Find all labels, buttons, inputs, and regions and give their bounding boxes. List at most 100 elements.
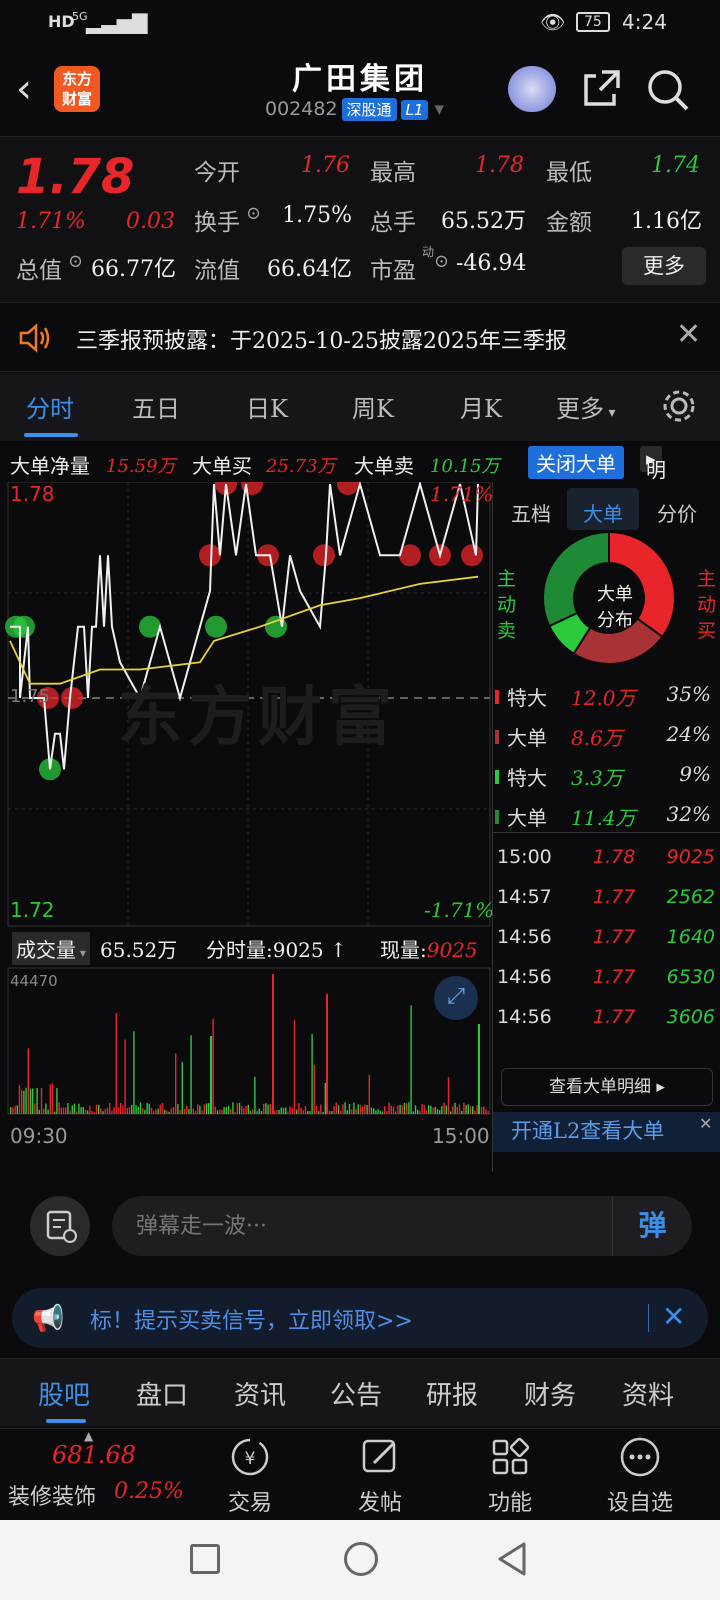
l2-promo[interactable]: 开通L2查看大单: [493, 1112, 720, 1152]
volume-bar: [49, 1084, 51, 1114]
post-button[interactable]: 发帖: [330, 1429, 430, 1517]
current-volume-label: 现量:: [380, 938, 427, 962]
share-icon[interactable]: [580, 68, 622, 110]
volume-bar: [456, 1106, 458, 1114]
recent-apps-button[interactable]: [190, 1544, 220, 1574]
close-big-order-button[interactable]: 关闭大单: [528, 446, 624, 479]
volume-bar: [392, 1106, 395, 1114]
last-price: 1.78: [16, 149, 135, 205]
legend-label: 特大: [507, 686, 547, 710]
notice-bar[interactable]: 三季报预披露：于2025-10-25披露2025年三季报 ✕: [0, 302, 720, 372]
add-watchlist-button[interactable]: 设自选: [590, 1429, 690, 1517]
legend-row: 大单 8.6万 24%: [493, 722, 720, 756]
info-icon[interactable]: ⊙: [246, 203, 261, 224]
volume-bar: [175, 1053, 177, 1114]
search-icon[interactable]: [646, 68, 690, 112]
volume-bar: [320, 1104, 322, 1114]
volume-bar: [302, 1110, 304, 1114]
volume-bar: [465, 1105, 467, 1114]
tab-announcement[interactable]: 公告: [330, 1375, 382, 1412]
tab-weekly-k[interactable]: 周K: [352, 389, 394, 424]
tab-price-dist[interactable]: 分价: [657, 498, 697, 527]
volume-bar: [410, 1005, 412, 1114]
tab-intraday[interactable]: 分时: [26, 389, 74, 424]
functions-button[interactable]: 功能: [460, 1429, 560, 1517]
big-order-dot: [313, 544, 335, 567]
comment-bar: 弹: [0, 1180, 720, 1290]
clock: 4:24: [622, 10, 667, 34]
promo-banner[interactable]: 📢 标！提示买卖信号，立即领取>> ✕: [12, 1288, 708, 1348]
tab-daily-k[interactable]: 日K: [246, 389, 288, 424]
danmu-button[interactable]: 弹: [612, 1196, 692, 1256]
active-buy-label: 主动买: [697, 568, 717, 642]
volume-bar: [309, 1111, 311, 1114]
tick-price: 1.77: [593, 926, 636, 948]
volume-selector[interactable]: 成交量 ▾: [12, 932, 90, 965]
more-button[interactable]: 更多: [622, 247, 706, 285]
volume-bar: [126, 1108, 128, 1114]
amount-value: 1.16亿: [631, 209, 702, 234]
volume-bar: [377, 1109, 379, 1114]
level-tag: L1: [400, 100, 429, 120]
active-tab-indicator: [24, 433, 78, 437]
tab-handicap[interactable]: 盘口: [136, 1375, 188, 1412]
legend-row: 特大 12.0万 35%: [493, 682, 720, 716]
volume-bar: [21, 1090, 23, 1114]
volume-bar: [397, 1105, 399, 1114]
tab-profile[interactable]: 资料: [622, 1375, 674, 1412]
danmu-input-box[interactable]: 弹: [112, 1196, 692, 1256]
tab-research[interactable]: 研报: [426, 1375, 478, 1412]
volume-bar: [205, 1103, 208, 1114]
legend-pct: 35%: [666, 682, 711, 706]
volume-bar: [135, 1105, 137, 1114]
tab-order-book[interactable]: 五档: [511, 498, 551, 527]
info-icon[interactable]: ⊙: [68, 251, 83, 272]
volume-bar: [124, 1039, 126, 1114]
volume-bar: [419, 1110, 421, 1114]
expand-icon[interactable]: ⤢: [434, 976, 478, 1020]
close-icon[interactable]: ✕: [699, 1114, 712, 1133]
legend-value: 8.6万: [571, 726, 623, 750]
info-icon[interactable]: ⊙: [434, 251, 449, 272]
tick-row: 15:00 1.78 9025: [493, 846, 720, 880]
volume-bar: [164, 1109, 166, 1114]
volume-bar: [234, 1112, 236, 1114]
tab-monthly-k[interactable]: 月K: [460, 389, 502, 424]
volume-bar: [384, 1106, 386, 1114]
tab-finance[interactable]: 财务: [524, 1375, 576, 1412]
volume-total: 65.52万: [100, 938, 178, 962]
tab-big-order[interactable]: 大单: [583, 498, 623, 527]
volume-bar: [461, 1111, 463, 1114]
volume-bar: [417, 1109, 419, 1114]
back-button[interactable]: [494, 1540, 530, 1578]
view-big-order-detail-button[interactable]: 查看大单明细 ▸: [501, 1068, 713, 1106]
close-icon[interactable]: ✕: [676, 317, 701, 352]
divider: [648, 1304, 649, 1332]
volume-bar: [315, 1105, 318, 1114]
detail-button[interactable]: 明细 ▸: [640, 446, 666, 511]
legend-marker: [495, 690, 499, 704]
gear-icon[interactable]: [660, 387, 698, 425]
dropdown-icon[interactable]: ▾: [435, 98, 445, 120]
tab-forum[interactable]: 股吧: [38, 1375, 90, 1412]
trade-button[interactable]: ¥ 交易: [200, 1429, 300, 1517]
tab-news[interactable]: 资讯: [234, 1375, 286, 1412]
home-button[interactable]: [344, 1542, 378, 1576]
close-icon[interactable]: ✕: [662, 1300, 685, 1333]
high-value: 1.78: [475, 153, 524, 178]
tab-more[interactable]: 更多 ▾: [556, 389, 615, 424]
volume-bar: [91, 1110, 93, 1114]
header: ‹ 东方 财富 广田集团 002482 深股通 L1 ▾: [0, 44, 720, 136]
volume-bar: [192, 1108, 194, 1114]
robot-assistant-icon[interactable]: [508, 66, 556, 112]
chart-canvas[interactable]: [0, 473, 492, 1172]
volume-bar: [146, 1102, 148, 1114]
note-settings-icon[interactable]: [30, 1196, 90, 1256]
tab-5day[interactable]: 五日: [132, 389, 180, 424]
volume-bar: [40, 1087, 43, 1114]
volume-bar: [212, 1018, 214, 1114]
volume-bar: [225, 1107, 227, 1114]
sector-index[interactable]: ▲ 681.68 装修装饰 0.25%: [0, 1429, 190, 1521]
danmu-input[interactable]: [136, 1208, 576, 1244]
intraday-chart[interactable]: 东方财富 1.78 1.71% 1.75 1.72 -1.71% 成交量 ▾ 6…: [0, 473, 494, 1172]
